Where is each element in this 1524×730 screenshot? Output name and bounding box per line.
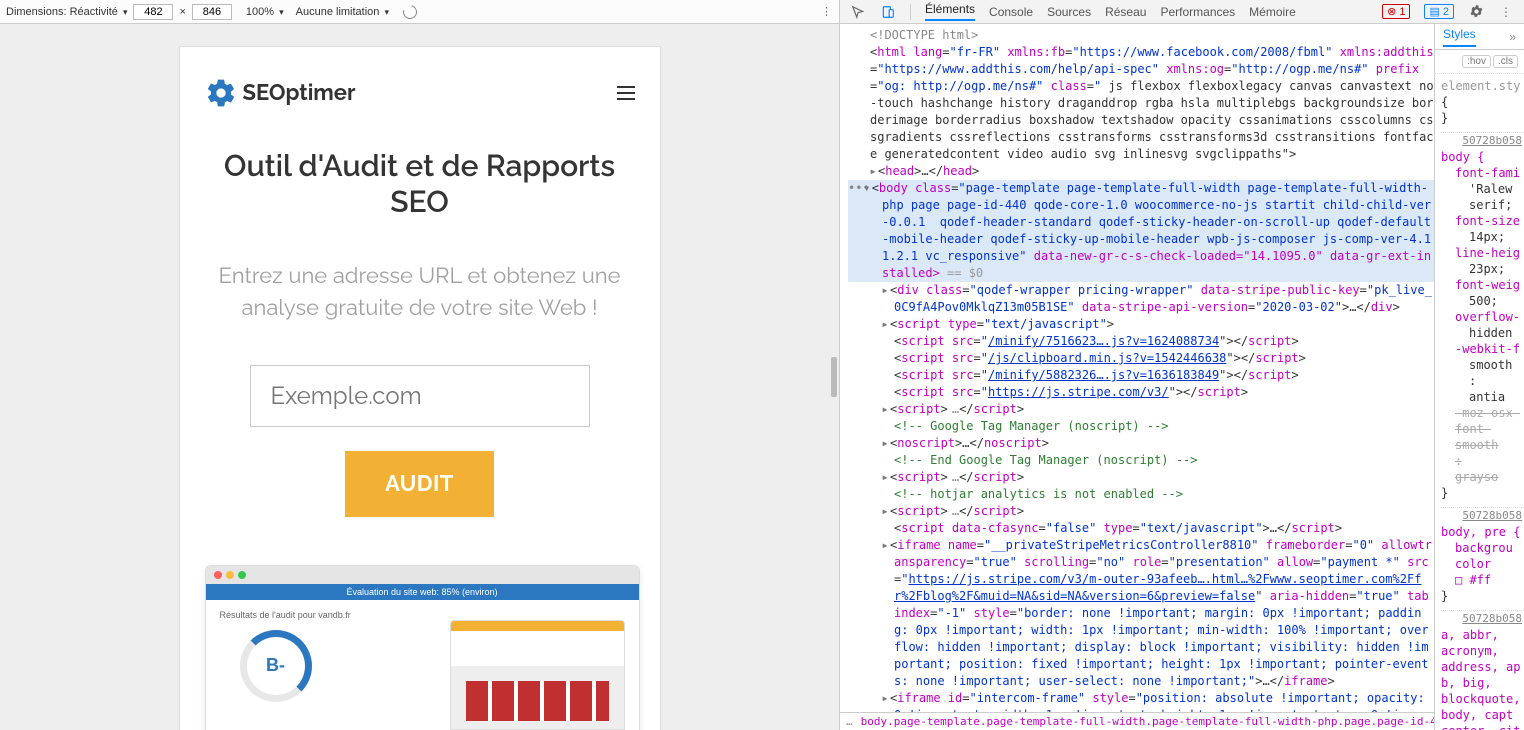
resize-handle[interactable] (831, 357, 837, 397)
responsive-viewport: SEOptimer Outil d'Audit et de Rapports S… (0, 24, 839, 730)
url-input[interactable] (250, 365, 590, 427)
inspect-icon[interactable] (850, 4, 866, 20)
debug-badge[interactable]: ▤ 2 (1424, 4, 1454, 19)
tab-styles[interactable]: Styles (1443, 27, 1476, 47)
preview-card: Évaluation du site web: 85% (environ) Ré… (205, 565, 640, 730)
dom-tree[interactable]: <!DOCTYPE html><html lang="fr-FR" xmlns:… (840, 24, 1435, 730)
zoom-dropdown[interactable]: 100% (246, 6, 284, 18)
settings-icon[interactable] (1468, 4, 1484, 20)
site-screenshot (450, 620, 625, 730)
more-icon[interactable]: ⋮ (821, 5, 833, 18)
tab-performance[interactable]: Performances (1160, 5, 1235, 19)
styles-more-icon[interactable]: » (1509, 30, 1516, 44)
audit-button[interactable]: AUDIT (345, 451, 494, 517)
dimensions-dropdown[interactable]: Dimensions: Réactivité (6, 6, 127, 18)
breadcrumb[interactable]: … body.page-template.page-template-full-… (840, 712, 1434, 730)
logo-text: SEOptimer (243, 80, 356, 106)
preview-banner: Évaluation du site web: 85% (environ) (206, 584, 639, 600)
tab-sources[interactable]: Sources (1047, 5, 1091, 19)
page-title: Outil d'Audit et de Rapports SEO (205, 149, 635, 221)
device-icon[interactable] (880, 4, 896, 20)
preview-header: Résultats de l'audit pour vandb.fr (220, 610, 430, 620)
dim-sep: × (179, 6, 185, 18)
tab-network[interactable]: Réseau (1105, 5, 1146, 19)
rotate-icon[interactable] (400, 2, 419, 21)
viewport-height-input[interactable] (192, 4, 232, 20)
devtools-tabs: Éléments Console Sources Réseau Performa… (840, 0, 1524, 24)
responsive-toolbar: Dimensions: Réactivité × 100% Aucune lim… (0, 0, 839, 24)
page-frame: SEOptimer Outil d'Audit et de Rapports S… (179, 46, 661, 730)
cls-toggle[interactable]: .cls (1493, 55, 1518, 68)
error-badge[interactable]: ⊗ 1 (1382, 4, 1410, 19)
menu-icon[interactable] (617, 86, 635, 100)
styles-pane: Styles » :hov .cls element.sty{}50728b05… (1435, 24, 1524, 730)
tab-elements[interactable]: Éléments (925, 2, 975, 21)
more-icon[interactable]: ⋮ (1498, 4, 1514, 20)
gear-icon (205, 77, 237, 109)
throttle-dropdown[interactable]: Aucune limitation (296, 6, 389, 18)
tab-console[interactable]: Console (989, 5, 1033, 19)
tab-memory[interactable]: Mémoire (1249, 5, 1296, 19)
style-rules[interactable]: element.sty{}50728b058body {font-fami'Ra… (1435, 74, 1524, 730)
page-subtitle: Entrez une adresse URL et obtenez une an… (205, 261, 635, 325)
hov-toggle[interactable]: :hov (1462, 55, 1491, 68)
viewport-width-input[interactable] (133, 4, 173, 20)
site-logo[interactable]: SEOptimer (205, 77, 356, 109)
grade-gauge: B- (240, 630, 312, 702)
